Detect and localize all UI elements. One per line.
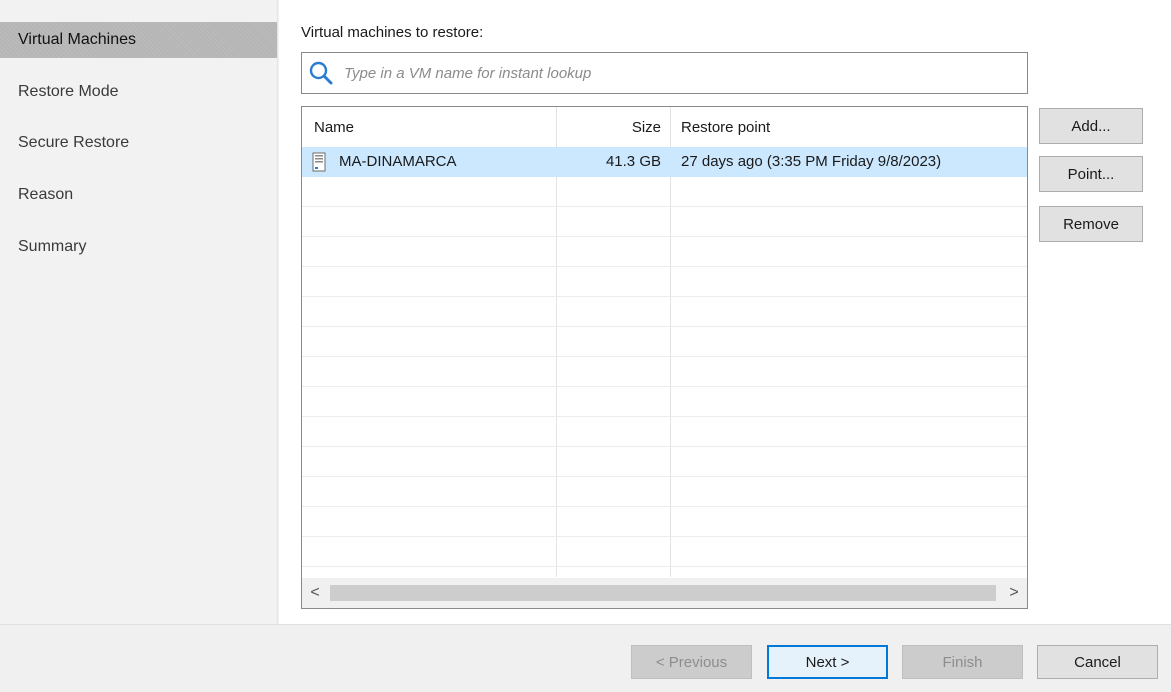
- table-row: [302, 207, 1027, 237]
- step-label: Reason: [18, 186, 74, 203]
- table-row: [302, 267, 1027, 297]
- table-row: [302, 297, 1027, 327]
- cell-vm-name: MA-DINAMARCA: [339, 153, 457, 170]
- table-row: [302, 477, 1027, 507]
- cancel-button[interactable]: Cancel: [1037, 645, 1158, 679]
- column-header-restore-point[interactable]: Restore point: [681, 107, 770, 147]
- step-summary[interactable]: Summary: [0, 229, 277, 265]
- vm-search-input[interactable]: [344, 53, 1014, 93]
- step-restore-mode[interactable]: Restore Mode: [0, 74, 277, 110]
- scroll-right-icon[interactable]: >: [1001, 578, 1027, 608]
- vm-restore-table[interactable]: Name Size Restore point MA-DINAMARCA 41.…: [301, 106, 1028, 609]
- vm-icon: [312, 152, 326, 172]
- column-header-name[interactable]: Name: [314, 107, 354, 147]
- table-row[interactable]: MA-DINAMARCA 41.3 GB 27 days ago (3:35 P…: [302, 147, 1027, 177]
- finish-button[interactable]: Finish: [902, 645, 1023, 679]
- search-icon: [309, 61, 333, 85]
- previous-button[interactable]: < Previous: [631, 645, 752, 679]
- scroll-left-icon[interactable]: <: [302, 578, 328, 608]
- table-row: [302, 447, 1027, 477]
- main-panel: Virtual machines to restore: Name Size R…: [279, 0, 1171, 624]
- step-label: Virtual Machines: [18, 31, 136, 48]
- column-header-size[interactable]: Size: [557, 107, 661, 147]
- section-label: Virtual machines to restore:: [301, 24, 484, 41]
- next-button[interactable]: Next >: [767, 645, 888, 679]
- remove-button[interactable]: Remove: [1039, 206, 1143, 242]
- step-label: Secure Restore: [18, 134, 130, 151]
- step-virtual-machines[interactable]: Virtual Machines: [0, 22, 277, 58]
- table-row: [302, 177, 1027, 207]
- cell-restore-point: 27 days ago (3:35 PM Friday 9/8/2023): [681, 153, 942, 170]
- table-row: [302, 327, 1027, 357]
- table-header: Name Size Restore point: [302, 107, 1027, 147]
- vm-search-box[interactable]: [301, 52, 1028, 94]
- step-secure-restore[interactable]: Secure Restore: [0, 125, 277, 161]
- step-label: Restore Mode: [18, 83, 119, 100]
- horizontal-scrollbar[interactable]: < >: [302, 578, 1027, 608]
- wizard-footer: < Previous Next > Finish Cancel: [0, 624, 1171, 692]
- table-row: [302, 507, 1027, 537]
- table-row: [302, 417, 1027, 447]
- table-row: [302, 387, 1027, 417]
- wizard-steps-sidebar: Virtual Machines Restore Mode Secure Res…: [0, 0, 278, 624]
- add-button[interactable]: Add...: [1039, 108, 1143, 144]
- cell-vm-size: 41.3 GB: [605, 153, 661, 170]
- scroll-thumb[interactable]: [330, 585, 996, 601]
- point-button[interactable]: Point...: [1039, 156, 1143, 192]
- step-reason[interactable]: Reason: [0, 177, 277, 213]
- table-row: [302, 237, 1027, 267]
- step-label: Summary: [18, 238, 87, 255]
- table-row: [302, 537, 1027, 567]
- table-row: [302, 357, 1027, 387]
